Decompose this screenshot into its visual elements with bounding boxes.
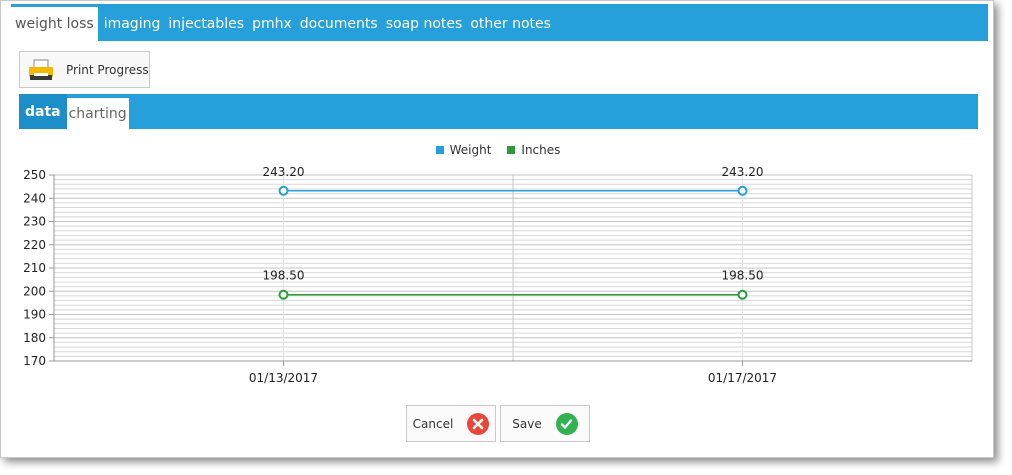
printer-icon bbox=[29, 59, 53, 80]
save-label: Save bbox=[512, 416, 542, 431]
weight-loss-window: weight loss imaging injectables pmhx doc… bbox=[0, 0, 994, 458]
y-tick-label: 220 bbox=[23, 238, 46, 252]
data-label: 198.50 bbox=[722, 269, 764, 283]
tab-pmhx[interactable]: pmhx bbox=[248, 7, 296, 41]
y-tick-label: 250 bbox=[23, 168, 46, 182]
cancel-button[interactable]: Cancel bbox=[406, 405, 496, 442]
tab-imaging[interactable]: imaging bbox=[100, 7, 165, 41]
y-tick-label: 170 bbox=[23, 354, 46, 368]
tab-charting[interactable]: charting bbox=[66, 98, 129, 129]
y-tick-label: 190 bbox=[23, 308, 46, 322]
print-progress-button[interactable]: Print Progress bbox=[19, 51, 150, 88]
check-circle-icon bbox=[555, 412, 578, 435]
print-progress-label: Print Progress bbox=[66, 62, 149, 77]
x-tick-label: 01/17/2017 bbox=[708, 371, 777, 385]
data-label: 198.50 bbox=[263, 269, 305, 283]
y-tick-label: 210 bbox=[23, 261, 46, 275]
tab-other-notes[interactable]: other notes bbox=[466, 7, 555, 41]
data-point bbox=[737, 289, 748, 300]
tab-data[interactable]: data bbox=[19, 94, 67, 129]
x-circle-icon bbox=[467, 412, 490, 435]
progress-chart: Weight Inches 250 240 230 220 210 200 190 180 17… bbox=[1, 137, 995, 387]
tab-soap-notes[interactable]: soap notes bbox=[382, 7, 467, 41]
data-label: 243.20 bbox=[263, 165, 305, 179]
y-tick-label: 240 bbox=[23, 191, 46, 205]
data-point bbox=[278, 289, 289, 300]
tab-injectables[interactable]: injectables bbox=[164, 7, 248, 41]
cancel-label: Cancel bbox=[412, 416, 454, 431]
tab-weight-loss[interactable]: weight loss bbox=[11, 7, 98, 41]
x-tick-label: 01/13/2017 bbox=[249, 371, 318, 385]
tab-documents[interactable]: documents bbox=[296, 7, 382, 41]
save-button[interactable]: Save bbox=[500, 405, 590, 442]
data-label: 243.20 bbox=[722, 165, 764, 179]
sub-tab-bar: data charting bbox=[19, 94, 978, 129]
data-point bbox=[278, 185, 289, 196]
main-tab-bar: weight loss imaging injectables pmhx doc… bbox=[11, 4, 988, 41]
y-tick-label: 200 bbox=[23, 284, 46, 298]
chart-svg: 250 240 230 220 210 200 190 180 170 01/13/2017 01/… bbox=[23, 165, 973, 385]
data-point bbox=[737, 185, 748, 196]
y-tick-label: 180 bbox=[23, 331, 46, 345]
y-tick-label: 230 bbox=[23, 215, 46, 229]
